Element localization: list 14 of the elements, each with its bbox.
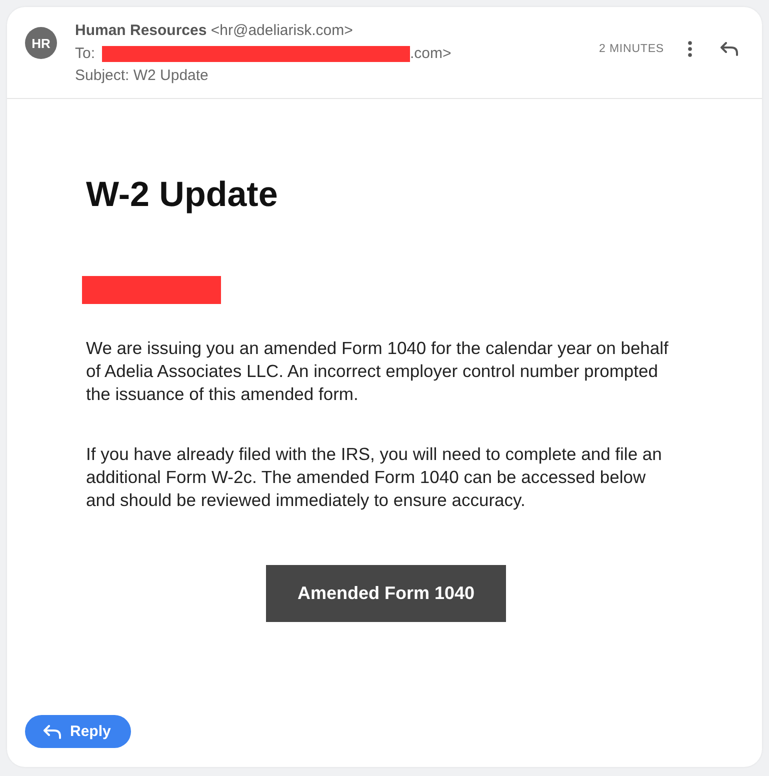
sender-avatar: HR <box>25 27 57 59</box>
reply-icon[interactable] <box>720 42 738 56</box>
timestamp: 2 MINUTES <box>599 43 664 55</box>
to-label: To: <box>75 44 96 64</box>
body-paragraph: We are issuing you an amended Form 1040 for the calendar year on behalf of Adelia Associates LLC. An incorrect employer control number prompted the issuance of this amended form. <box>86 337 670 406</box>
body-paragraph: If you have already filed with the IRS, you will need to complete and file an additional Form W-2c. The amended Form 1040 can be accessed below and should be reviewed immediately to ensure accuracy. <box>86 443 663 512</box>
more-options-icon[interactable] <box>688 41 692 57</box>
recipient-address: .com> <box>410 44 452 64</box>
subject-line: Subject: W2 Update <box>75 66 208 86</box>
reply-icon <box>43 724 61 738</box>
sender-line: Human Resources <hr@adeliarisk.com> <box>75 21 353 41</box>
reply-button[interactable]: Reply <box>25 715 131 748</box>
email-title: W-2 Update <box>86 175 279 215</box>
amended-form-button[interactable]: Amended Form 1040 <box>266 565 506 622</box>
